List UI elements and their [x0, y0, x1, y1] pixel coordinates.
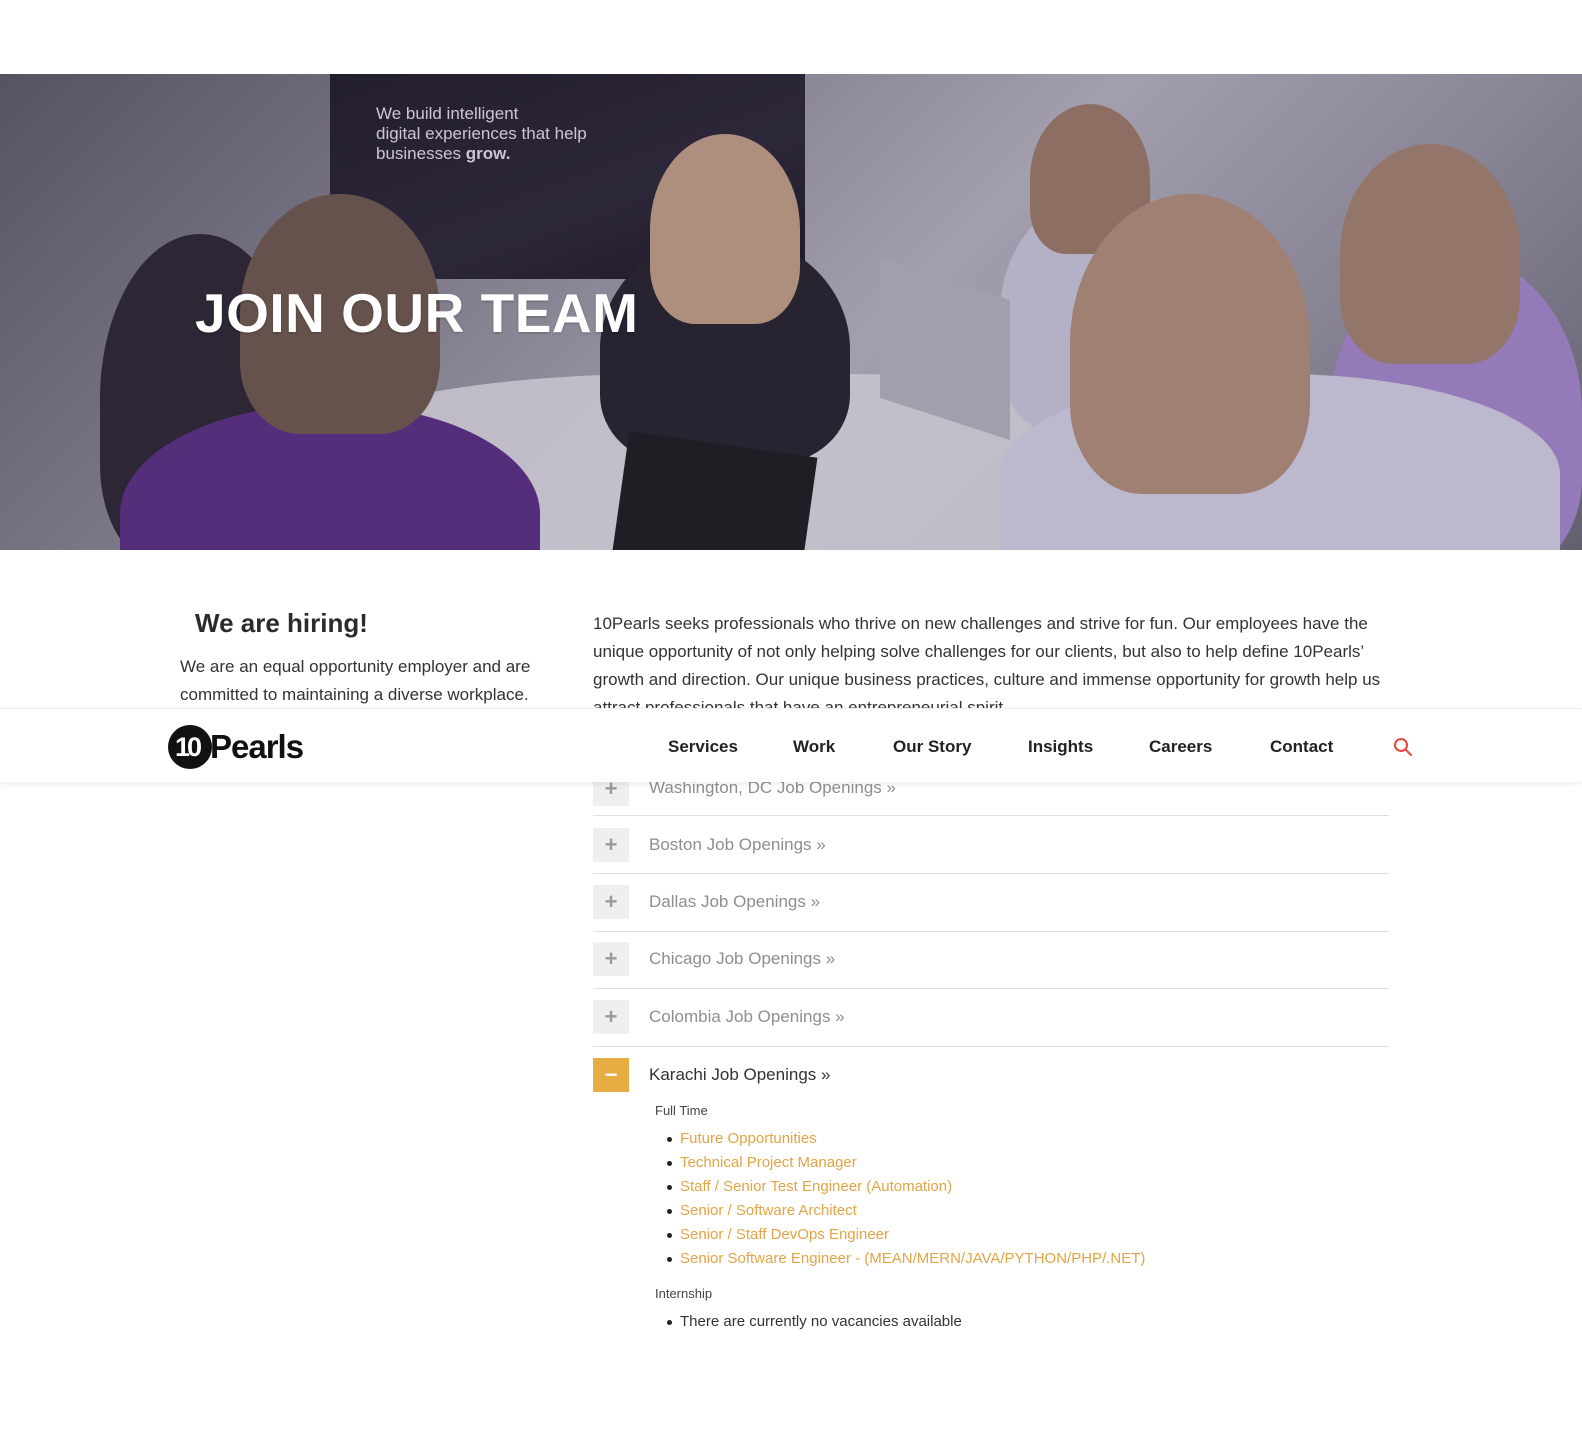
expand-toggle-button[interactable]: +	[593, 942, 629, 976]
page-title: JOIN OUR TEAM	[195, 282, 639, 344]
expand-toggle-button[interactable]: +	[593, 885, 629, 919]
list-item: Future Opportunities	[667, 1127, 1145, 1151]
accordion-label[interactable]: Colombia Job Openings »	[649, 1007, 845, 1027]
accordion-label[interactable]: Chicago Job Openings »	[649, 949, 835, 969]
internship-label: Internship	[655, 1286, 713, 1301]
logo[interactable]: 10 Pearls	[168, 725, 304, 769]
accordion-label[interactable]: Boston Job Openings »	[649, 835, 826, 855]
list-item: Senior / Staff DevOps Engineer	[667, 1223, 1145, 1247]
accordion-dallas: + Dallas Job Openings »	[593, 874, 1389, 932]
hiring-title: We are hiring!	[195, 608, 368, 638]
logo-mark-text: 10	[175, 732, 202, 762]
job-link[interactable]: Senior / Software Architect	[680, 1202, 857, 1219]
accordion-chicago: + Chicago Job Openings »	[593, 931, 1389, 989]
job-link[interactable]: Technical Project Manager	[680, 1154, 857, 1171]
collapse-toggle-button[interactable]: −	[593, 1058, 629, 1092]
list-item: Senior Software Engineer - (MEAN/MERN/JA…	[667, 1247, 1145, 1271]
job-link[interactable]: Staff / Senior Test Engineer (Automation…	[680, 1178, 952, 1195]
expand-toggle-button[interactable]: +	[593, 1000, 629, 1034]
intro-description: 10Pearls seeks professionals who thrive …	[593, 614, 1381, 710]
internship-job-list: There are currently no vacancies availab…	[667, 1310, 962, 1334]
job-link[interactable]: Senior / Staff DevOps Engineer	[680, 1226, 889, 1243]
accordion-boston: + Boston Job Openings »	[593, 816, 1389, 874]
job-link[interactable]: Senior Software Engineer - (MEAN/MERN/JA…	[680, 1250, 1145, 1267]
accordion-colombia: + Colombia Job Openings »	[593, 989, 1389, 1047]
nav-our-story[interactable]: Our Story	[893, 737, 971, 757]
expand-toggle-button[interactable]: +	[593, 828, 629, 862]
accordion-label[interactable]: Karachi Job Openings »	[649, 1065, 830, 1085]
logo-word: Pearls	[210, 728, 304, 765]
list-item: Technical Project Manager	[667, 1151, 1145, 1175]
no-vacancies-text: There are currently no vacancies availab…	[680, 1313, 962, 1330]
search-icon[interactable]	[1393, 737, 1413, 757]
job-link[interactable]: Future Opportunities	[680, 1130, 817, 1147]
nav-contact[interactable]: Contact	[1270, 737, 1333, 757]
full-time-label: Full Time	[655, 1103, 708, 1118]
accordion-label[interactable]: Dallas Job Openings »	[649, 892, 820, 912]
nav-work[interactable]: Work	[793, 737, 835, 757]
full-time-job-list: Future Opportunities Technical Project M…	[667, 1127, 1145, 1271]
logo-mark: 10	[168, 725, 212, 769]
nav-careers[interactable]: Careers	[1149, 737, 1212, 757]
list-item: There are currently no vacancies availab…	[667, 1310, 962, 1334]
hiring-text: We are an equal opportunity employer and…	[180, 657, 531, 704]
site-header: 10 Pearls Services Work Our Story Insigh…	[0, 708, 1582, 782]
list-item: Senior / Software Architect	[667, 1199, 1145, 1223]
list-item: Staff / Senior Test Engineer (Automation…	[667, 1175, 1145, 1199]
nav-services[interactable]: Services	[668, 737, 738, 757]
hero-banner: We build intelligent digital experiences…	[0, 74, 1582, 550]
nav-insights[interactable]: Insights	[1028, 737, 1093, 757]
